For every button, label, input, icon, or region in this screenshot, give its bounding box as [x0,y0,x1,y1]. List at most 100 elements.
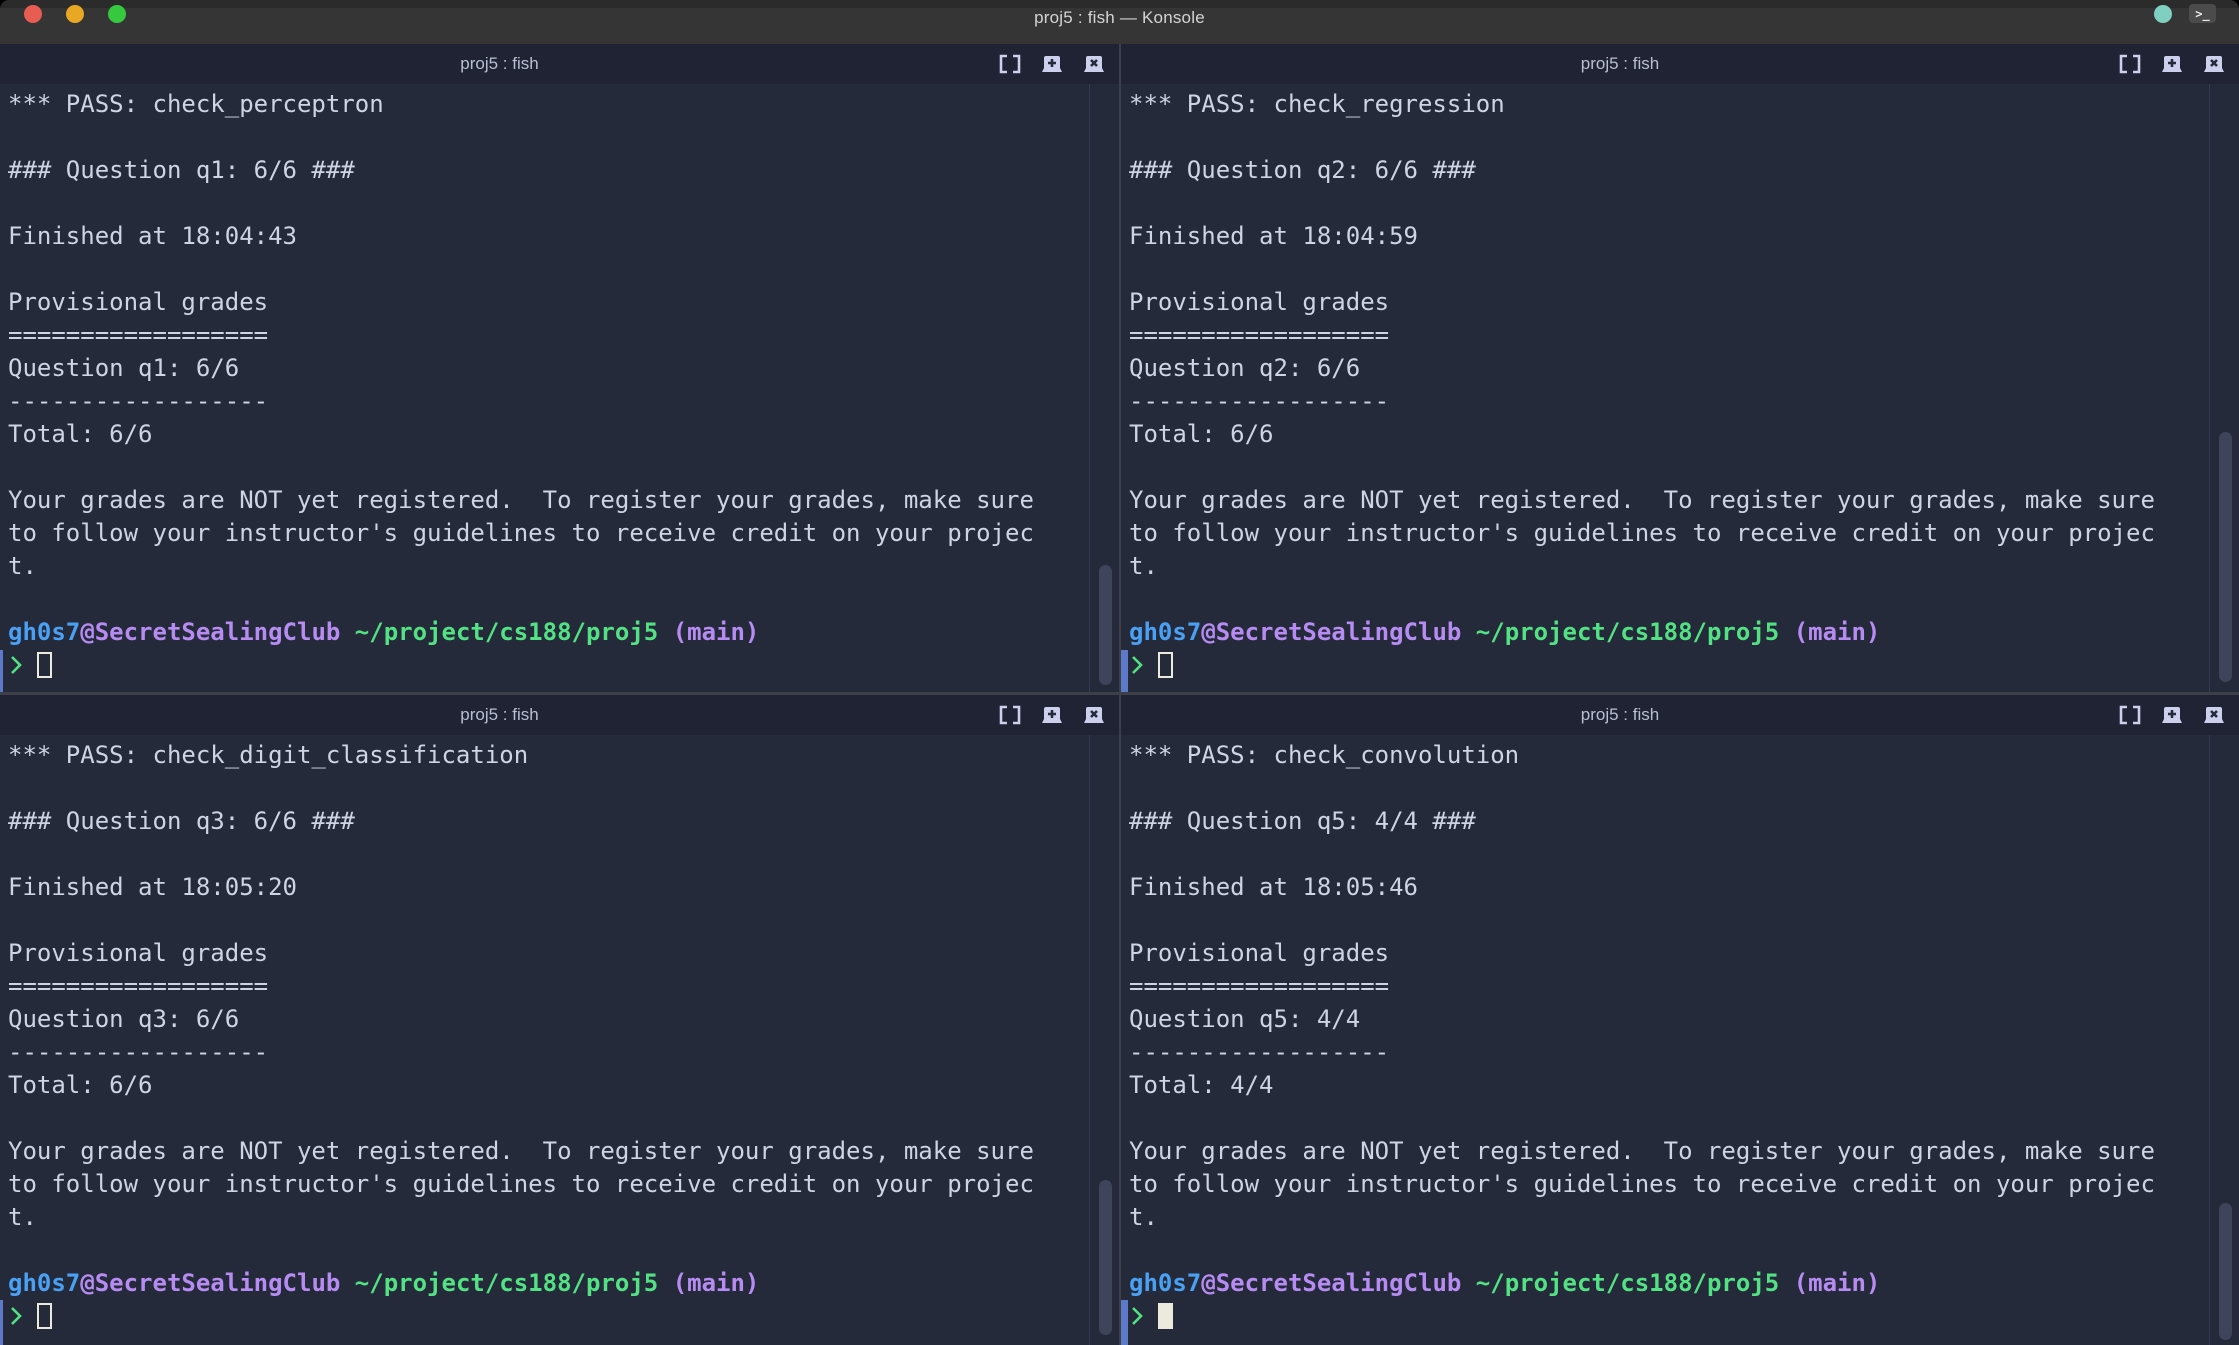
provisional-line: Provisional grades [1129,286,2239,319]
provisional-line: Provisional grades [1129,937,2239,970]
question-line: ### Question q5: 4/4 ### [1129,805,2239,838]
register-line: t. [1129,1201,2239,1234]
blank-line [8,838,1119,871]
terminal-screen[interactable]: *** PASS: check_regression ### Question … [1121,84,2239,692]
window-title: proj5 : fish — Konsole [0,8,2239,28]
scrollbar[interactable] [2209,735,2239,1345]
scrollbar-thumb[interactable] [2219,1203,2232,1340]
separator-line: ------------------ [8,385,1119,418]
terminal-screen[interactable]: *** PASS: check_convolution ### Question… [1121,735,2239,1345]
blank-line [8,1234,1119,1267]
blank-line [1129,187,2239,220]
prompt-line: gh0s7@SecretSealingClub ~/project/cs188/… [8,1267,1119,1300]
blank-line [8,1102,1119,1135]
close-view-icon[interactable] [2203,53,2225,75]
register-line: Your grades are NOT yet registered. To r… [1129,484,2239,517]
scrollbar-thumb[interactable] [1099,565,1112,685]
terminal-cursor [1158,652,1173,678]
provisional-line: Provisional grades [8,937,1119,970]
scrollbar[interactable] [1089,735,1119,1345]
finished-line: Finished at 18:04:43 [8,220,1119,253]
terminal-screen[interactable]: *** PASS: check_digit_classification ###… [0,735,1119,1345]
separator-line: ------------------ [8,1036,1119,1069]
terminal-pane-bottom-left: proj5 : fish *** PASS: check_digit_class… [0,695,1119,1345]
blank-line [1129,1234,2239,1267]
pane-grid: proj5 : fish *** PASS: check_perceptron … [0,44,2239,1345]
input-line [1129,649,2239,682]
expand-view-icon[interactable] [999,53,1021,75]
question-line: ### Question q3: 6/6 ### [8,805,1119,838]
scrollbar[interactable] [2209,84,2239,692]
blank-line [1129,451,2239,484]
register-line: Your grades are NOT yet registered. To r… [8,484,1119,517]
blank-line [1129,1102,2239,1135]
question-line: ### Question q1: 6/6 ### [8,154,1119,187]
provisional-line: Provisional grades [8,286,1119,319]
blank-line [1129,772,2239,805]
konsole-window: proj5 : fish — Konsole >_ proj5 : fish [0,0,2239,1345]
register-line: Your grades are NOT yet registered. To r… [1129,1135,2239,1168]
expand-view-icon[interactable] [999,704,1021,726]
input-line [8,1300,1119,1333]
total-line: Total: 6/6 [8,418,1119,451]
status-dot-icon[interactable] [2154,5,2172,23]
split-view-icon[interactable] [1041,53,1063,75]
blank-line [8,451,1119,484]
blank-line [8,121,1119,154]
terminal-screen[interactable]: *** PASS: check_perceptron ### Question … [0,84,1119,692]
grade-line: Question q2: 6/6 [1129,352,2239,385]
prompt-line: gh0s7@SecretSealingClub ~/project/cs188/… [1129,616,2239,649]
question-line: ### Question q2: 6/6 ### [1129,154,2239,187]
terminal-pane-bottom-right: proj5 : fish *** PASS: check_convolution… [1121,695,2239,1345]
split-view-icon[interactable] [2161,704,2183,726]
blank-line [8,772,1119,805]
expand-view-icon[interactable] [2119,53,2141,75]
grade-line: Question q1: 6/6 [8,352,1119,385]
pane-tab-bar: proj5 : fish [0,44,1119,84]
split-view-icon[interactable] [2161,53,2183,75]
close-view-icon[interactable] [1083,704,1105,726]
grade-line: Question q3: 6/6 [8,1003,1119,1036]
blank-line [8,583,1119,616]
register-line: t. [8,1201,1119,1234]
scrollbar-thumb[interactable] [2219,432,2232,682]
prompt-chevron-icon [1129,652,1144,678]
expand-view-icon[interactable] [2119,704,2141,726]
pane-tab-bar: proj5 : fish [0,695,1119,735]
blank-line [8,187,1119,220]
close-view-icon[interactable] [2203,704,2225,726]
prompt-marker [0,650,3,692]
split-view-icon[interactable] [1041,704,1063,726]
window-titlebar: proj5 : fish — Konsole >_ [0,0,2239,44]
input-line [1129,1300,2239,1333]
prompt-marker [1121,650,1128,692]
prompt-chevron-icon [8,1303,23,1329]
terminal-app-icon[interactable]: >_ [2189,4,2216,23]
terminal-pane-top-left: proj5 : fish *** PASS: check_perceptron … [0,44,1119,692]
blank-line [8,904,1119,937]
pane-title: proj5 : fish [1121,54,2119,74]
pass-line: *** PASS: check_convolution [1129,739,2239,772]
prompt-line: gh0s7@SecretSealingClub ~/project/cs188/… [1129,1267,2239,1300]
prompt-marker [1121,1300,1128,1345]
finished-line: Finished at 18:05:20 [8,871,1119,904]
input-line [8,649,1119,682]
register-line: t. [8,550,1119,583]
scrollbar[interactable] [1089,84,1119,692]
pane-title: proj5 : fish [1121,705,2119,725]
pane-tab-bar: proj5 : fish [1121,44,2239,84]
grade-line: Question q5: 4/4 [1129,1003,2239,1036]
finished-line: Finished at 18:05:46 [1129,871,2239,904]
separator-line: ------------------ [1129,1036,2239,1069]
scrollbar-thumb[interactable] [1099,1180,1112,1335]
total-line: Total: 6/6 [8,1069,1119,1102]
terminal-cursor [37,652,52,678]
register-line: Your grades are NOT yet registered. To r… [8,1135,1119,1168]
blank-line [1129,904,2239,937]
separator-line: ================== [8,970,1119,1003]
blank-line [1129,583,2239,616]
terminal-cursor [37,1303,52,1329]
close-view-icon[interactable] [1083,53,1105,75]
terminal-pane-top-right: proj5 : fish *** PASS: check_regression … [1121,44,2239,692]
register-line: to follow your instructor's guidelines t… [8,1168,1119,1201]
